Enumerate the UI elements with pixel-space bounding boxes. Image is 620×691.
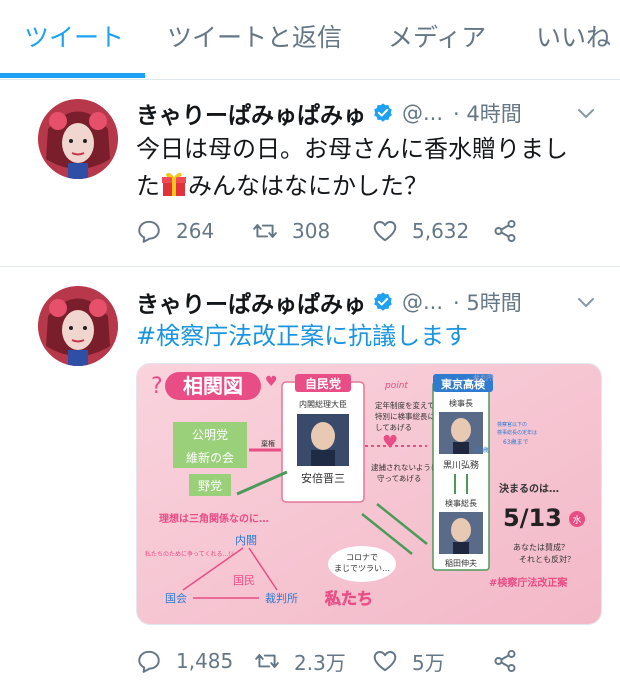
tab-tweets-and-replies[interactable]: ツイートと返信 [167, 18, 342, 54]
svg-text:内閣総理大臣: 内閣総理大臣 [299, 399, 347, 409]
tab-likes[interactable]: いいね [536, 18, 611, 54]
gift-icon [162, 172, 186, 196]
svg-text:理想は三角関係なのに…: 理想は三角関係なのに… [159, 512, 269, 525]
svg-text:国民: 国民 [233, 574, 255, 587]
svg-text:それとも反対？: それとも反対？ [519, 554, 575, 564]
svg-text:棄権: 棄権 [261, 439, 275, 448]
display-name[interactable]: きゃりーぱみゅぱみゅ [136, 285, 366, 319]
svg-text:してあげる: してあげる [375, 423, 412, 432]
svg-text:自民党: 自民党 [305, 376, 341, 391]
tab-tweets[interactable]: ツイート [24, 18, 124, 54]
svg-text:検事総長: 検事総長 [445, 498, 477, 508]
retweet-button[interactable]: 2.3万 [254, 646, 346, 676]
svg-text:63歳まで: 63歳まで [503, 438, 529, 446]
chevron-down-icon[interactable] [574, 290, 598, 314]
svg-text:内閣: 内閣 [235, 533, 257, 547]
user-handle[interactable]: @... [402, 290, 443, 314]
reply-button[interactable]: 1,485 [136, 646, 233, 676]
tweet-header: きゃりーぱみゅぱみゅ @... · 5時間 [136, 284, 522, 320]
retweet-icon [253, 224, 277, 238]
reply-icon [138, 220, 160, 243]
svg-text:あなたは賛成？: あなたは賛成？ [513, 542, 569, 552]
svg-text:安倍晋三: 安倍晋三 [301, 471, 345, 485]
svg-text:逮捕されないように: 逮捕されないように [371, 462, 438, 472]
active-tab-indicator [0, 73, 145, 78]
retweet-icon [255, 654, 279, 668]
svg-text:私たち: 私たち [325, 589, 373, 608]
svg-text:水: 水 [572, 514, 581, 526]
share-button[interactable] [492, 216, 532, 246]
svg-text:♥: ♥ [382, 432, 398, 453]
hashtag-link[interactable]: #検察庁法改正案に抗議します [136, 318, 606, 355]
tweet-actions: 264 308 5,632 [136, 216, 536, 246]
svg-text:#検察庁法改正案: #検察庁法改正案 [489, 576, 568, 589]
verified-badge-icon [374, 103, 392, 122]
display-name[interactable]: きゃりーぱみゅぱみゅ [136, 96, 366, 130]
heart-icon [373, 221, 397, 242]
svg-text:維新の会: 維新の会 [186, 450, 234, 465]
svg-text:裁判所: 裁判所 [473, 373, 494, 382]
profile-tab-bar: ツイート ツイートと返信 メディア いいね [0, 0, 620, 80]
user-handle[interactable]: @... [402, 101, 443, 125]
heart-icon [373, 651, 397, 672]
share-icon [494, 649, 516, 673]
reply-icon [138, 650, 160, 673]
svg-text:検察官以下の: 検察官以下の [497, 421, 527, 428]
chevron-down-icon[interactable] [574, 101, 598, 125]
tweet[interactable]: きゃりーぱみゅぱみゅ @... · 4時間 今日は母の日。お母さんに香水贈りまし… [0, 81, 620, 266]
decision-date: 5/13 [503, 504, 562, 532]
share-button[interactable] [492, 646, 532, 676]
svg-text:私たちのために争ってくれる…!!: 私たちのために争ってくれる…!! [145, 550, 233, 558]
image-title: 相関図 [183, 374, 243, 398]
attached-image[interactable]: 相関図 ? ♥ 自民党 内閣総理大臣 安倍晋三 point 定年制度を変えて 特… [136, 363, 602, 625]
svg-text:守ってあげる: 守ってあげる [377, 473, 421, 483]
svg-text:黒川弘務: 黒川弘務 [443, 459, 479, 471]
svg-text:検事総長の定年は: 検事総長の定年は [497, 429, 537, 436]
tweet-header: きゃりーぱみゅぱみゅ @... · 4時間 [136, 95, 522, 131]
tweet-actions: 1,485 2.3万 5万 [136, 646, 556, 676]
svg-text:国会: 国会 [165, 592, 187, 605]
tweet-timestamp[interactable]: · 4時間 [453, 98, 522, 128]
svg-text:♥: ♥ [265, 374, 278, 390]
svg-text:まじでツラい…: まじでツラい… [334, 564, 390, 573]
reply-button[interactable]: 264 [136, 216, 214, 246]
svg-text:裁判所: 裁判所 [265, 592, 298, 605]
verified-badge-icon [374, 292, 392, 311]
share-icon [494, 219, 516, 243]
svg-text:決まるのは…: 決まるのは… [499, 482, 559, 495]
retweet-button[interactable]: 308 [252, 216, 330, 246]
svg-text:稲田伸夫: 稲田伸夫 [445, 558, 477, 568]
tab-media[interactable]: メディア [388, 18, 486, 54]
avatar[interactable] [38, 286, 118, 366]
avatar[interactable] [38, 99, 118, 179]
svg-text:コロナで: コロナで [346, 553, 378, 562]
svg-text:公明党: 公明党 [192, 427, 228, 442]
svg-text:検事長: 検事長 [449, 398, 473, 408]
svg-text:?: ? [151, 374, 163, 399]
svg-text:63歳: 63歳 [475, 446, 489, 454]
svg-text:point: point [384, 381, 408, 391]
svg-text:特別に検事総長に: 特別に検事総長に [375, 411, 435, 421]
like-button[interactable]: 5万 [372, 646, 445, 676]
svg-text:定年制度を変えて: 定年制度を変えて [375, 400, 435, 410]
tweet-timestamp[interactable]: · 5時間 [453, 287, 522, 317]
svg-text:野党: 野党 [198, 478, 222, 493]
tweet-text: 今日は母の日。お母さんに香水贈りまし た みんなはなにかした？ [136, 135, 568, 200]
like-button[interactable]: 5,632 [372, 216, 469, 246]
